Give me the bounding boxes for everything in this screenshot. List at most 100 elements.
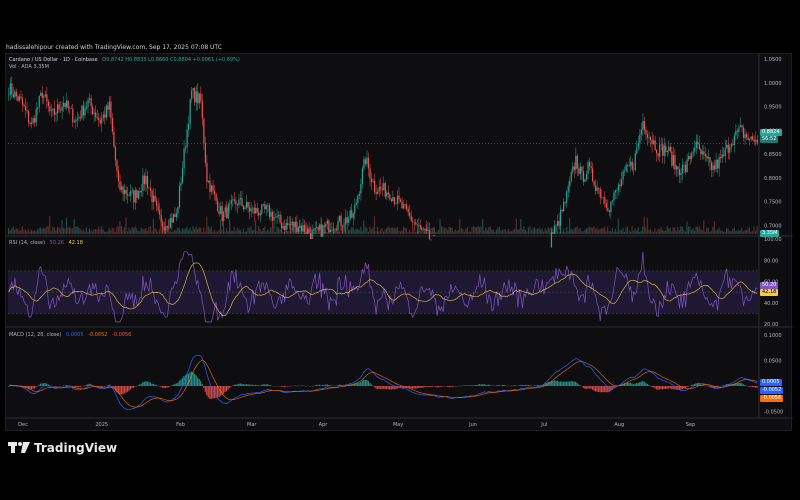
volume-bar (472, 226, 475, 234)
candle-body (619, 184, 621, 186)
candle-body (694, 148, 696, 152)
volume-bar (76, 226, 78, 234)
volume-bar (268, 231, 270, 234)
candle-body (317, 227, 319, 230)
macd-histogram-bar (329, 385, 331, 386)
volume-bar (610, 231, 612, 234)
macd-histogram-bar (282, 386, 284, 387)
volume-bar (573, 228, 575, 234)
macd-histogram-bar (253, 385, 255, 386)
macd-histogram-bar (562, 381, 565, 386)
candle-body (704, 154, 707, 157)
candle-body (197, 91, 199, 104)
candle-body (710, 162, 713, 170)
macd-histogram-bar (472, 385, 475, 386)
volume-bar (67, 227, 69, 234)
candle-body (384, 183, 386, 197)
volume-bar (508, 229, 510, 234)
macd-histogram-bar (672, 386, 674, 389)
volume-bar (207, 226, 209, 234)
candle-body (26, 110, 28, 112)
volume-bar (389, 227, 391, 234)
volume-bar (626, 226, 629, 234)
volume-bar (245, 231, 248, 234)
macd-histogram-bar (235, 384, 237, 386)
volume-bar (739, 230, 741, 234)
volume-bar (544, 228, 546, 234)
volume-bar (172, 231, 174, 234)
chart-area[interactable]: 1.05001.00000.95000.90000.85000.80000.75… (5, 53, 793, 431)
volume-bar (152, 218, 155, 234)
volume-bar (712, 227, 714, 234)
volume-bar (286, 231, 289, 234)
tradingview-logo[interactable]: TradingView (8, 441, 117, 455)
volume-bar (683, 230, 685, 234)
volume-bar (197, 229, 199, 234)
candle-body (593, 181, 595, 186)
macd-histogram-bar (572, 381, 574, 386)
macd-histogram-bar (75, 386, 77, 388)
macd-histogram-bar (386, 386, 388, 390)
candle-body (645, 129, 647, 135)
candle-body (75, 120, 77, 122)
candle-body (23, 104, 25, 107)
volume-bar (410, 231, 412, 234)
macd-histogram-bar (738, 382, 740, 386)
macd-histogram-bar (41, 383, 43, 386)
macd-histogram-bar (265, 384, 267, 386)
volume-bar (94, 228, 97, 234)
price-axis-tick: 0.8500 (764, 152, 782, 158)
candle-body (63, 102, 65, 107)
macd-histogram-bar (535, 385, 537, 386)
macd-histogram-bar (85, 384, 87, 386)
volume-bar (212, 231, 214, 234)
candle-body (221, 206, 223, 222)
candle-body (421, 227, 423, 230)
volume-bar (239, 229, 241, 234)
volume-bar (611, 227, 613, 234)
macd-histogram-bar (578, 384, 580, 386)
volume-bar (105, 231, 107, 234)
volume-bar (378, 231, 380, 234)
macd-histogram-bar (328, 384, 330, 386)
candle-body (418, 225, 420, 226)
candle-body (338, 215, 341, 222)
candle-body (393, 197, 396, 204)
candle-body (213, 190, 216, 194)
volume-bar (690, 230, 693, 234)
volume-bar (177, 227, 179, 234)
price-axis-tick: 0.9500 (764, 105, 782, 111)
volume-bar (584, 229, 586, 234)
volume-bar (533, 227, 536, 234)
candle-body (139, 191, 141, 193)
macd-histogram-bar (207, 386, 209, 398)
candle-body (433, 234, 435, 237)
candle-body (588, 162, 591, 167)
volume-bar (640, 230, 642, 234)
macd-histogram-bar (244, 384, 246, 386)
macd-histogram-bar (520, 384, 522, 386)
candle-body (753, 139, 755, 142)
macd-histogram-bar (643, 381, 645, 386)
macd-histogram-bar (430, 386, 432, 388)
volume-bar (225, 228, 228, 234)
volume-bar (273, 226, 275, 234)
volume-bar (614, 229, 616, 234)
candle-body (620, 179, 623, 186)
candle-body (357, 195, 359, 204)
macd-histogram-bar (442, 386, 444, 387)
candle-body (668, 146, 670, 151)
candle-body (114, 146, 117, 161)
rsi-axis-tick: 20.00 (764, 322, 778, 328)
candle-body (425, 228, 428, 231)
rsi-label: RSI (14, close) (9, 240, 46, 246)
candle-body (332, 229, 335, 231)
macd-histogram-bar (652, 386, 655, 388)
volume-bar (753, 226, 755, 234)
candle-body (11, 83, 13, 95)
rsi-ma-value: 42.18 (68, 240, 83, 246)
candle-body (157, 205, 159, 211)
candle-body (555, 225, 557, 226)
macd-histogram-bar (104, 386, 106, 387)
candle-body (689, 156, 691, 160)
